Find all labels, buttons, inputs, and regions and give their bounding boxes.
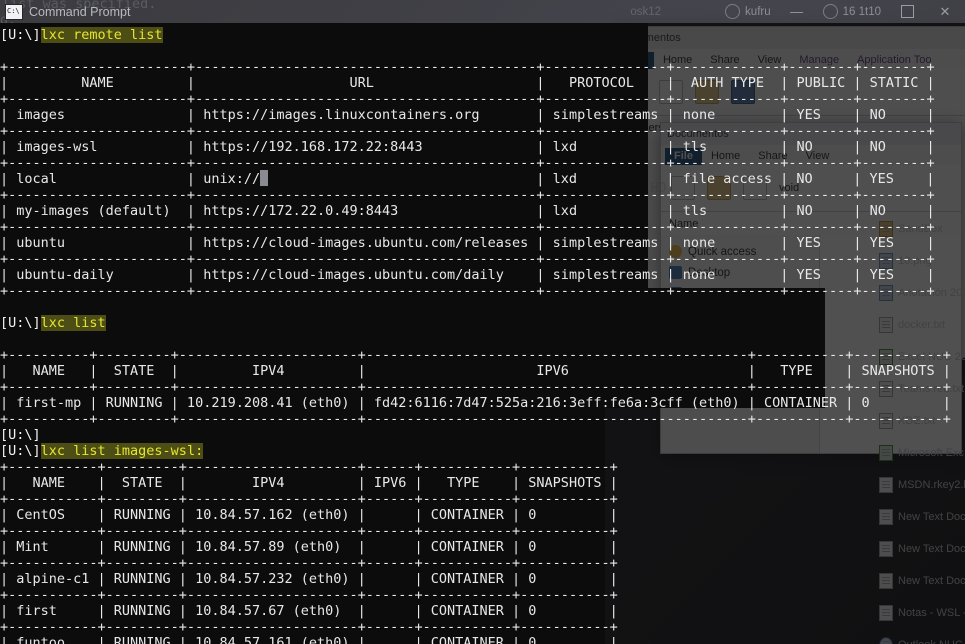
shell-prompt: [U:\]	[0, 315, 41, 331]
table-separator: +----------+---------+------------------…	[0, 411, 951, 427]
command-prompt-window[interactable]: Command Prompt osk12 kufru — 16 1t10 ✕	[0, 0, 965, 644]
taskbar-item-network[interactable]: 16 1t10	[822, 4, 881, 19]
taskbar-item-kufru[interactable]: kufru	[725, 4, 771, 19]
table-separator: +----------------------+----------------…	[0, 283, 935, 299]
titlebar-right-zone: osk12 kufru — 16 1t10 ✕	[630, 3, 965, 21]
maximize-icon	[900, 5, 914, 18]
console-prompt-line: [U:\]lxc remote list	[0, 19, 163, 51]
window-titlebar[interactable]: Command Prompt osk12 kufru — 16 1t10 ✕	[0, 0, 965, 23]
taskbar-item-label: 16 1t10	[842, 5, 881, 18]
shell-prompt: [U:\]	[0, 27, 41, 43]
maximize-button[interactable]	[895, 3, 919, 21]
command-text: lxc list	[40, 315, 106, 331]
command-prompt-icon	[5, 3, 23, 20]
window-title: Command Prompt	[29, 4, 131, 19]
command-text: lxc remote list	[40, 27, 163, 43]
globe-icon	[725, 4, 741, 19]
minimize-button[interactable]: —	[785, 3, 809, 21]
taskbar-item-label: kufru	[745, 5, 771, 18]
network-icon	[822, 4, 838, 19]
close-button[interactable]: ✕	[933, 3, 957, 21]
table-row: | funtoo | RUNNING | 10.84.57.161 (eth0)…	[0, 635, 618, 644]
desktop-root: Documentos File Home Share View Manage A…	[0, 0, 965, 644]
console-output[interactable]: [U:\]lxc remote list +------------------…	[0, 23, 965, 644]
console-prompt-line: [U:\]lxc list	[0, 307, 106, 339]
taskbar-ghost-label: osk12	[630, 5, 662, 18]
